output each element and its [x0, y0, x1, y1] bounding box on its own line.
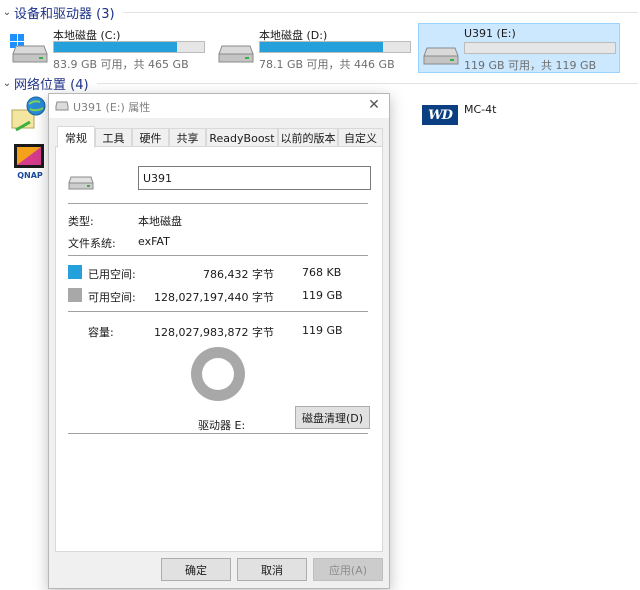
divider	[68, 311, 368, 312]
dialog-titlebar[interactable]: U391 (E:) 属性 ✕	[49, 94, 389, 118]
drive-icon	[68, 176, 94, 190]
network-location-mc4t[interactable]: WD MC-4t	[420, 100, 520, 130]
divider	[68, 255, 368, 256]
devices-group-title: 设备和驱动器 (3)	[14, 6, 115, 22]
dialog-title: U391 (E:) 属性	[73, 101, 151, 114]
drive-e-usage-bar	[464, 42, 616, 54]
drive-c-stat: 83.9 GB 可用，共 465 GB	[53, 58, 189, 71]
type-label: 类型:	[68, 215, 94, 228]
drive-d-tile[interactable]: 本地磁盘 (D:) 78.1 GB 可用，共 446 GB	[214, 24, 414, 72]
general-tab-panel: 类型: 本地磁盘 文件系统: exFAT 已用空间: 786,432 字节 76…	[55, 146, 383, 552]
drive-d-stat: 78.1 GB 可用，共 446 GB	[259, 58, 395, 71]
chevron-down-icon[interactable]: ⌄	[0, 78, 14, 89]
qnap-nas-icon: QNAP	[14, 144, 44, 180]
free-space-swatch	[68, 288, 82, 302]
capacity-size: 119 GB	[302, 324, 343, 337]
drive-e-stat: 119 GB 可用，共 119 GB	[464, 59, 597, 72]
hard-drive-icon	[423, 47, 459, 65]
tab-readyboost[interactable]: ReadyBoost	[206, 128, 278, 147]
network-group-header[interactable]: ⌄ 网络位置 (4)	[0, 72, 640, 94]
drive-c-usage-bar	[53, 41, 205, 53]
divider	[68, 203, 368, 204]
divider	[68, 433, 368, 434]
used-space-bytes: 786,432 字节	[203, 268, 274, 281]
properties-dialog: U391 (E:) 属性 ✕ 常规 工具 硬件 共享 ReadyBoost 以前…	[48, 93, 390, 589]
hard-drive-icon	[218, 45, 254, 63]
tab-previous-versions[interactable]: 以前的版本	[278, 128, 338, 147]
disk-cleanup-button[interactable]: 磁盘清理(D)	[295, 406, 370, 429]
svg-text:QNAP: QNAP	[17, 171, 43, 180]
group-divider	[122, 11, 638, 13]
close-icon[interactable]: ✕	[365, 96, 383, 114]
ok-button[interactable]: 确定	[161, 558, 231, 581]
filesystem-label: 文件系统:	[68, 237, 116, 250]
tab-customize[interactable]: 自定义	[338, 128, 383, 147]
free-space-size: 119 GB	[302, 289, 343, 302]
network-globe-icon	[11, 96, 46, 132]
free-space-bytes: 128,027,197,440 字节	[154, 291, 274, 304]
type-value: 本地磁盘	[138, 215, 182, 228]
tab-general[interactable]: 常规	[57, 126, 95, 148]
network-group-title: 网络位置 (4)	[14, 77, 89, 93]
drive-d-usage-fill	[260, 42, 383, 52]
drive-d-usage-bar	[259, 41, 411, 53]
volume-name-input[interactable]	[138, 166, 371, 190]
network-location-name: MC-4t	[464, 103, 497, 116]
drive-e-name: U391 (E:)	[464, 27, 516, 40]
drive-c-usage-fill	[54, 42, 177, 52]
tab-strip: 常规 工具 硬件 共享 ReadyBoost 以前的版本 自定义	[57, 126, 383, 148]
used-space-label: 已用空间:	[88, 268, 136, 281]
group-divider	[96, 82, 638, 84]
devices-group-header[interactable]: ⌄ 设备和驱动器 (3)	[0, 1, 640, 23]
drive-c-tile[interactable]: 本地磁盘 (C:) 83.9 GB 可用，共 465 GB	[8, 24, 208, 72]
tab-sharing[interactable]: 共享	[169, 128, 206, 147]
tab-tools[interactable]: 工具	[95, 128, 132, 147]
chevron-down-icon[interactable]: ⌄	[0, 7, 14, 18]
used-space-size: 768 KB	[302, 266, 342, 279]
wd-drive-icon: WD	[422, 105, 458, 125]
apply-button[interactable]: 应用(A)	[313, 558, 383, 581]
tab-hardware[interactable]: 硬件	[132, 128, 169, 147]
filesystem-value: exFAT	[138, 235, 170, 248]
capacity-bytes: 128,027,983,872 字节	[154, 326, 274, 339]
usage-donut-chart	[191, 347, 245, 401]
drive-e-tile[interactable]: U391 (E:) 119 GB 可用，共 119 GB	[418, 23, 620, 73]
os-drive-icon	[10, 34, 48, 64]
network-location-globe[interactable]	[10, 96, 50, 136]
capacity-label: 容量:	[88, 326, 114, 339]
cancel-button[interactable]: 取消	[237, 558, 307, 581]
drive-letter-label: 驱动器 E:	[198, 419, 246, 432]
network-location-qnap[interactable]: QNAP	[12, 142, 48, 182]
used-space-swatch	[68, 265, 82, 279]
drive-small-icon	[55, 101, 69, 111]
free-space-label: 可用空间:	[88, 291, 136, 304]
